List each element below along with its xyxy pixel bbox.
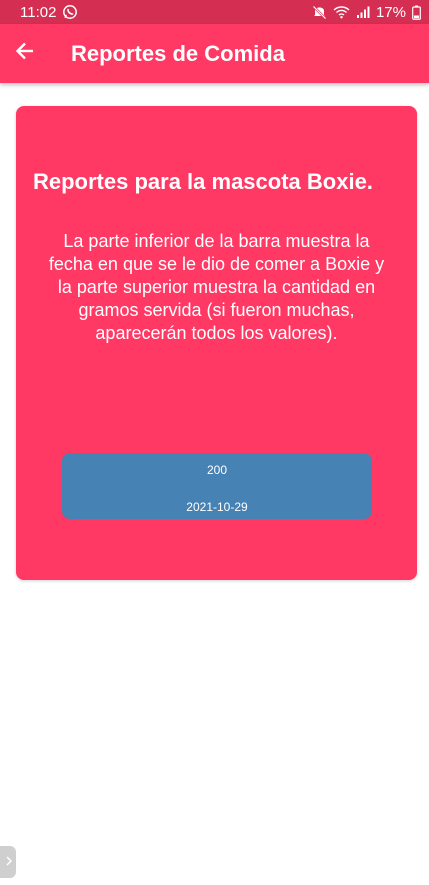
status-left: 11:02 — [20, 4, 78, 21]
card-description: La parte inferior de la barra muestra la… — [48, 231, 385, 343]
status-bar: 11:02 17% — [0, 0, 429, 24]
chevron-right-icon — [6, 855, 13, 869]
card-title: Reportes para la mascota Boxie. — [33, 169, 373, 194]
bar-date: 2021-10-29 — [186, 500, 248, 514]
feeding-bar[interactable]: 200 2021-10-29 — [62, 453, 372, 519]
mute-icon — [312, 5, 327, 20]
edge-panel-handle[interactable] — [0, 846, 16, 878]
bar-amount: 200 — [206, 463, 228, 477]
status-time: 11:02 — [20, 3, 57, 21]
back-button[interactable] — [0, 24, 50, 83]
report-card: Reportes para la mascota Boxie. La parte… — [16, 106, 417, 580]
whatsapp-icon — [62, 4, 78, 20]
signal-icon — [356, 5, 370, 19]
app-bar: Reportes de Comida — [0, 24, 429, 83]
arrow-left-icon — [15, 41, 35, 66]
battery-percent: 17% — [375, 3, 406, 21]
status-right: 17% — [312, 4, 421, 21]
page-title: Reportes de Comida — [71, 40, 285, 66]
wifi-icon — [333, 5, 350, 19]
battery-icon — [412, 5, 421, 20]
